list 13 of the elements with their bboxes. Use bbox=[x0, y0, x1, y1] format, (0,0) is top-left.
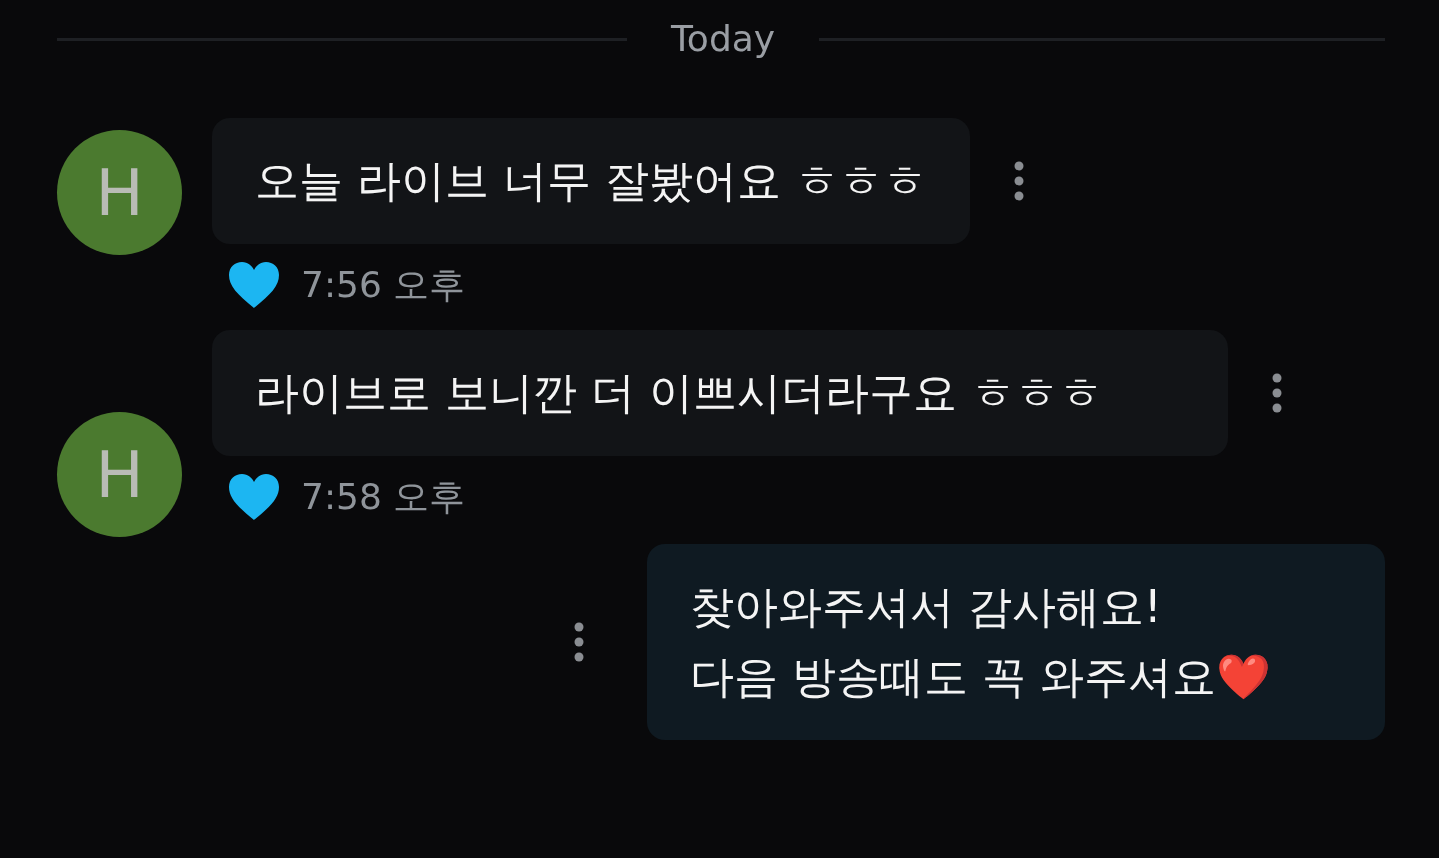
more-options-icon[interactable] bbox=[573, 622, 585, 662]
more-options-icon[interactable] bbox=[1012, 161, 1025, 201]
message-bubble: 오늘 라이브 너무 잘봤어요 ㅎㅎㅎ bbox=[212, 118, 970, 244]
timestamp: 7:56 오후 bbox=[301, 263, 466, 307]
avatar: H bbox=[57, 412, 182, 537]
message-bubble: 찾아와주셔서 감사해요! 다음 방송때도 꼭 와주셔요❤ bbox=[647, 544, 1385, 740]
more-options-icon[interactable] bbox=[1271, 373, 1283, 413]
avatar: H bbox=[57, 130, 182, 255]
heart-icon[interactable] bbox=[227, 260, 281, 310]
timestamp: 7:58 오후 bbox=[301, 475, 466, 519]
date-divider: Today bbox=[671, 17, 776, 61]
message-bubble: 라이브로 보니깐 더 이쁘시더라구요 ㅎㅎㅎ bbox=[212, 330, 1228, 456]
heart-icon[interactable] bbox=[227, 472, 281, 522]
